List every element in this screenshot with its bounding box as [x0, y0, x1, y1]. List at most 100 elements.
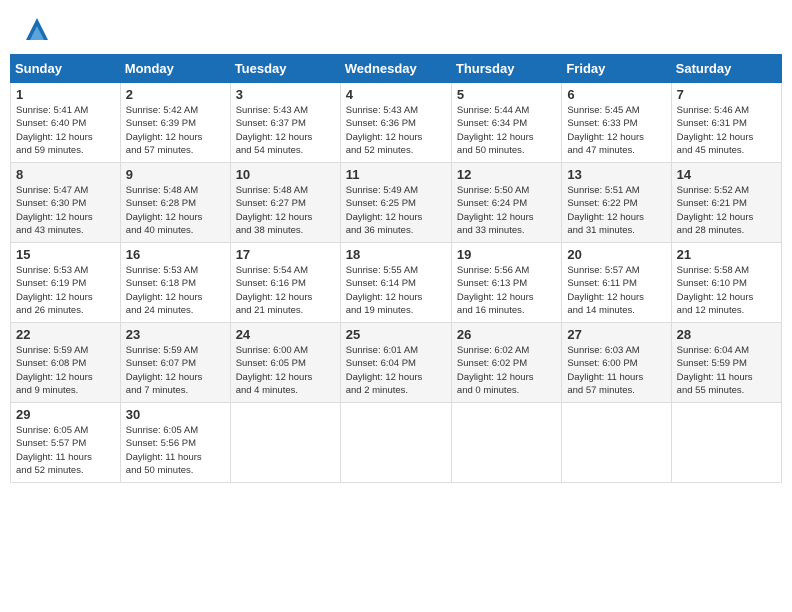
calendar-day-cell: 10 Sunrise: 5:48 AMSunset: 6:27 PMDaylig… [230, 163, 340, 243]
day-info: Sunrise: 5:51 AMSunset: 6:22 PMDaylight:… [567, 184, 665, 237]
calendar-day-cell [562, 403, 671, 483]
calendar-day-cell [671, 403, 781, 483]
day-info: Sunrise: 5:53 AMSunset: 6:18 PMDaylight:… [126, 264, 225, 317]
weekday-header-row: SundayMondayTuesdayWednesdayThursdayFrid… [11, 55, 782, 83]
day-info: Sunrise: 5:43 AMSunset: 6:36 PMDaylight:… [346, 104, 446, 157]
calendar-day-cell: 18 Sunrise: 5:55 AMSunset: 6:14 PMDaylig… [340, 243, 451, 323]
day-info: Sunrise: 5:57 AMSunset: 6:11 PMDaylight:… [567, 264, 665, 317]
day-info: Sunrise: 5:54 AMSunset: 6:16 PMDaylight:… [236, 264, 335, 317]
day-info: Sunrise: 5:46 AMSunset: 6:31 PMDaylight:… [677, 104, 776, 157]
calendar-day-cell: 28 Sunrise: 6:04 AMSunset: 5:59 PMDaylig… [671, 323, 781, 403]
calendar-day-cell: 15 Sunrise: 5:53 AMSunset: 6:19 PMDaylig… [11, 243, 121, 323]
calendar-day-cell [451, 403, 561, 483]
calendar-day-cell: 26 Sunrise: 6:02 AMSunset: 6:02 PMDaylig… [451, 323, 561, 403]
day-number: 20 [567, 247, 665, 262]
weekday-header: Friday [562, 55, 671, 83]
weekday-header: Sunday [11, 55, 121, 83]
day-info: Sunrise: 5:55 AMSunset: 6:14 PMDaylight:… [346, 264, 446, 317]
day-info: Sunrise: 5:45 AMSunset: 6:33 PMDaylight:… [567, 104, 665, 157]
calendar-day-cell: 14 Sunrise: 5:52 AMSunset: 6:21 PMDaylig… [671, 163, 781, 243]
day-info: Sunrise: 5:58 AMSunset: 6:10 PMDaylight:… [677, 264, 776, 317]
calendar-table: SundayMondayTuesdayWednesdayThursdayFrid… [10, 54, 782, 483]
day-number: 4 [346, 87, 446, 102]
calendar-day-cell: 19 Sunrise: 5:56 AMSunset: 6:13 PMDaylig… [451, 243, 561, 323]
calendar-day-cell: 24 Sunrise: 6:00 AMSunset: 6:05 PMDaylig… [230, 323, 340, 403]
day-number: 11 [346, 167, 446, 182]
day-info: Sunrise: 6:02 AMSunset: 6:02 PMDaylight:… [457, 344, 556, 397]
weekday-header: Monday [120, 55, 230, 83]
day-number: 2 [126, 87, 225, 102]
calendar-day-cell: 9 Sunrise: 5:48 AMSunset: 6:28 PMDayligh… [120, 163, 230, 243]
calendar-day-cell: 8 Sunrise: 5:47 AMSunset: 6:30 PMDayligh… [11, 163, 121, 243]
weekday-header: Thursday [451, 55, 561, 83]
day-number: 29 [16, 407, 115, 422]
day-info: Sunrise: 6:04 AMSunset: 5:59 PMDaylight:… [677, 344, 776, 397]
calendar-day-cell: 5 Sunrise: 5:44 AMSunset: 6:34 PMDayligh… [451, 83, 561, 163]
day-info: Sunrise: 5:44 AMSunset: 6:34 PMDaylight:… [457, 104, 556, 157]
calendar-day-cell: 7 Sunrise: 5:46 AMSunset: 6:31 PMDayligh… [671, 83, 781, 163]
day-info: Sunrise: 5:52 AMSunset: 6:21 PMDaylight:… [677, 184, 776, 237]
calendar-day-cell: 30 Sunrise: 6:05 AMSunset: 5:56 PMDaylig… [120, 403, 230, 483]
day-info: Sunrise: 5:59 AMSunset: 6:07 PMDaylight:… [126, 344, 225, 397]
calendar-week-row: 15 Sunrise: 5:53 AMSunset: 6:19 PMDaylig… [11, 243, 782, 323]
day-info: Sunrise: 5:49 AMSunset: 6:25 PMDaylight:… [346, 184, 446, 237]
day-number: 12 [457, 167, 556, 182]
day-info: Sunrise: 5:56 AMSunset: 6:13 PMDaylight:… [457, 264, 556, 317]
day-number: 26 [457, 327, 556, 342]
day-info: Sunrise: 5:41 AMSunset: 6:40 PMDaylight:… [16, 104, 115, 157]
calendar-week-row: 1 Sunrise: 5:41 AMSunset: 6:40 PMDayligh… [11, 83, 782, 163]
day-number: 28 [677, 327, 776, 342]
logo-icon [22, 14, 52, 44]
calendar-day-cell: 27 Sunrise: 6:03 AMSunset: 6:00 PMDaylig… [562, 323, 671, 403]
calendar-day-cell: 4 Sunrise: 5:43 AMSunset: 6:36 PMDayligh… [340, 83, 451, 163]
day-number: 16 [126, 247, 225, 262]
day-info: Sunrise: 5:48 AMSunset: 6:27 PMDaylight:… [236, 184, 335, 237]
day-number: 24 [236, 327, 335, 342]
day-info: Sunrise: 5:47 AMSunset: 6:30 PMDaylight:… [16, 184, 115, 237]
day-number: 3 [236, 87, 335, 102]
day-info: Sunrise: 5:50 AMSunset: 6:24 PMDaylight:… [457, 184, 556, 237]
weekday-header: Tuesday [230, 55, 340, 83]
calendar-week-row: 8 Sunrise: 5:47 AMSunset: 6:30 PMDayligh… [11, 163, 782, 243]
calendar-day-cell: 16 Sunrise: 5:53 AMSunset: 6:18 PMDaylig… [120, 243, 230, 323]
day-number: 27 [567, 327, 665, 342]
day-number: 8 [16, 167, 115, 182]
day-number: 1 [16, 87, 115, 102]
calendar-day-cell: 29 Sunrise: 6:05 AMSunset: 5:57 PMDaylig… [11, 403, 121, 483]
calendar-day-cell: 17 Sunrise: 5:54 AMSunset: 6:16 PMDaylig… [230, 243, 340, 323]
day-info: Sunrise: 6:00 AMSunset: 6:05 PMDaylight:… [236, 344, 335, 397]
day-number: 10 [236, 167, 335, 182]
calendar-day-cell: 23 Sunrise: 5:59 AMSunset: 6:07 PMDaylig… [120, 323, 230, 403]
day-info: Sunrise: 5:42 AMSunset: 6:39 PMDaylight:… [126, 104, 225, 157]
calendar-day-cell: 2 Sunrise: 5:42 AMSunset: 6:39 PMDayligh… [120, 83, 230, 163]
day-number: 21 [677, 247, 776, 262]
day-number: 18 [346, 247, 446, 262]
day-number: 9 [126, 167, 225, 182]
calendar-day-cell: 21 Sunrise: 5:58 AMSunset: 6:10 PMDaylig… [671, 243, 781, 323]
logo [18, 14, 52, 44]
calendar-week-row: 22 Sunrise: 5:59 AMSunset: 6:08 PMDaylig… [11, 323, 782, 403]
day-number: 15 [16, 247, 115, 262]
calendar-day-cell: 11 Sunrise: 5:49 AMSunset: 6:25 PMDaylig… [340, 163, 451, 243]
day-number: 30 [126, 407, 225, 422]
day-number: 5 [457, 87, 556, 102]
day-info: Sunrise: 5:43 AMSunset: 6:37 PMDaylight:… [236, 104, 335, 157]
day-info: Sunrise: 6:05 AMSunset: 5:57 PMDaylight:… [16, 424, 115, 477]
day-info: Sunrise: 6:03 AMSunset: 6:00 PMDaylight:… [567, 344, 665, 397]
calendar-day-cell [230, 403, 340, 483]
weekday-header: Wednesday [340, 55, 451, 83]
calendar-day-cell: 20 Sunrise: 5:57 AMSunset: 6:11 PMDaylig… [562, 243, 671, 323]
page-header [10, 10, 782, 48]
calendar-day-cell: 6 Sunrise: 5:45 AMSunset: 6:33 PMDayligh… [562, 83, 671, 163]
day-number: 23 [126, 327, 225, 342]
day-number: 19 [457, 247, 556, 262]
day-info: Sunrise: 6:05 AMSunset: 5:56 PMDaylight:… [126, 424, 225, 477]
weekday-header: Saturday [671, 55, 781, 83]
calendar-day-cell [340, 403, 451, 483]
calendar-day-cell: 3 Sunrise: 5:43 AMSunset: 6:37 PMDayligh… [230, 83, 340, 163]
day-number: 17 [236, 247, 335, 262]
day-info: Sunrise: 5:59 AMSunset: 6:08 PMDaylight:… [16, 344, 115, 397]
day-number: 13 [567, 167, 665, 182]
day-number: 25 [346, 327, 446, 342]
day-number: 6 [567, 87, 665, 102]
